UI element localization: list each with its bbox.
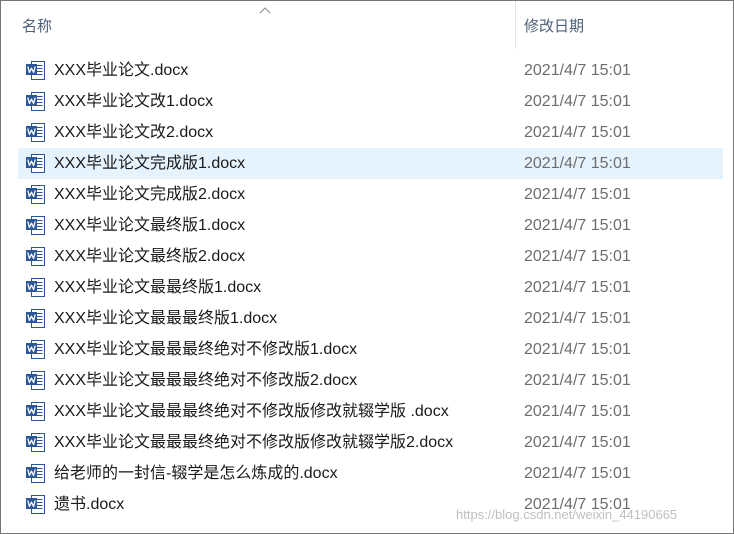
date-column-header[interactable]: 修改日期 [516,1,733,49]
file-name: XXX毕业论文完成版1.docx [54,155,246,172]
file-name: XXX毕业论文最最最终绝对不修改版2.docx [54,372,358,389]
word-document-icon [25,215,46,236]
column-header-bar: 名称 修改日期 [1,1,733,49]
file-row[interactable]: XXX毕业论文.docx 2021/4/7 15:01 [18,55,723,86]
file-name: XXX毕业论文最最最终绝对不修改版1.docx [54,341,358,358]
file-name: XXX毕业论文最最最终绝对不修改版修改就辍学版 .docx [54,403,449,420]
file-modified-date: 2021/4/7 15:01 [524,465,631,482]
word-document-icon [25,184,46,205]
file-modified-date: 2021/4/7 15:01 [524,124,631,141]
file-name: XXX毕业论文最最最终版1.docx [54,310,278,327]
chevron-up-icon [259,7,271,14]
file-name: XXX毕业论文最最最终绝对不修改版修改就辍学版2.docx [54,434,454,451]
file-name: 给老师的一封信-辍学是怎么炼成的.docx [54,465,338,482]
word-document-icon [25,370,46,391]
file-modified-date: 2021/4/7 15:01 [524,248,631,265]
file-modified-date: 2021/4/7 15:01 [524,310,631,327]
word-document-icon [25,91,46,112]
word-document-icon [25,60,46,81]
name-column-header[interactable]: 名称 [1,1,515,49]
file-modified-date: 2021/4/7 15:01 [524,403,631,420]
word-document-icon [25,122,46,143]
word-document-icon [25,246,46,267]
file-name: XXX毕业论文最终版2.docx [54,248,246,265]
file-modified-date: 2021/4/7 15:01 [524,186,631,203]
file-row[interactable]: XXX毕业论文完成版2.docx 2021/4/7 15:01 [18,179,723,210]
file-modified-date: 2021/4/7 15:01 [524,93,631,110]
file-name: XXX毕业论文改2.docx [54,124,214,141]
file-name: XXX毕业论文最终版1.docx [54,217,246,234]
file-row[interactable]: XXX毕业论文最终版1.docx 2021/4/7 15:01 [18,210,723,241]
word-document-icon [25,153,46,174]
file-row[interactable]: XXX毕业论文改2.docx 2021/4/7 15:01 [18,117,723,148]
file-row[interactable]: XXX毕业论文完成版1.docx 2021/4/7 15:01 [18,148,723,179]
word-document-icon [25,401,46,422]
file-modified-date: 2021/4/7 15:01 [524,279,631,296]
date-column-label: 修改日期 [524,18,585,35]
word-document-icon [25,494,46,515]
file-name: XXX毕业论文.docx [54,62,189,79]
file-name: XXX毕业论文最最终版1.docx [54,279,262,296]
file-row[interactable]: XXX毕业论文最最最终绝对不修改版修改就辍学版 .docx 2021/4/7 1… [18,396,723,427]
file-row[interactable]: XXX毕业论文最最最终绝对不修改版修改就辍学版2.docx 2021/4/7 1… [18,427,723,458]
file-modified-date: 2021/4/7 15:01 [524,155,631,172]
file-list: XXX毕业论文.docx 2021/4/7 15:01 XXX毕业论文改1.do… [18,55,723,520]
file-modified-date: 2021/4/7 15:01 [524,341,631,358]
file-explorer-list: 名称 修改日期 XXX毕业论文.docx 2021/4/7 15:01 XXX毕… [0,0,734,534]
word-document-icon [25,308,46,329]
name-column-label: 名称 [22,18,53,35]
file-row[interactable]: XXX毕业论文最最终版1.docx 2021/4/7 15:01 [18,272,723,303]
file-modified-date: 2021/4/7 15:01 [524,434,631,451]
file-modified-date: 2021/4/7 15:01 [524,372,631,389]
word-document-icon [25,339,46,360]
word-document-icon [25,277,46,298]
file-modified-date: 2021/4/7 15:01 [524,217,631,234]
word-document-icon [25,432,46,453]
file-name: XXX毕业论文改1.docx [54,93,214,110]
file-name: XXX毕业论文完成版2.docx [54,186,246,203]
file-row[interactable]: XXX毕业论文最最最终绝对不修改版2.docx 2021/4/7 15:01 [18,365,723,396]
file-row[interactable]: XXX毕业论文最最最终绝对不修改版1.docx 2021/4/7 15:01 [18,334,723,365]
file-modified-date: 2021/4/7 15:01 [524,62,631,79]
watermark: https://blog.csdn.net/weixin_44190665 [456,507,678,522]
file-row[interactable]: XXX毕业论文最最最终版1.docx 2021/4/7 15:01 [18,303,723,334]
file-row[interactable]: XXX毕业论文改1.docx 2021/4/7 15:01 [18,86,723,117]
file-row[interactable]: XXX毕业论文最终版2.docx 2021/4/7 15:01 [18,241,723,272]
file-row[interactable]: 给老师的一封信-辍学是怎么炼成的.docx 2021/4/7 15:01 [18,458,723,489]
word-document-icon [25,463,46,484]
file-name: 遗书.docx [54,496,125,513]
